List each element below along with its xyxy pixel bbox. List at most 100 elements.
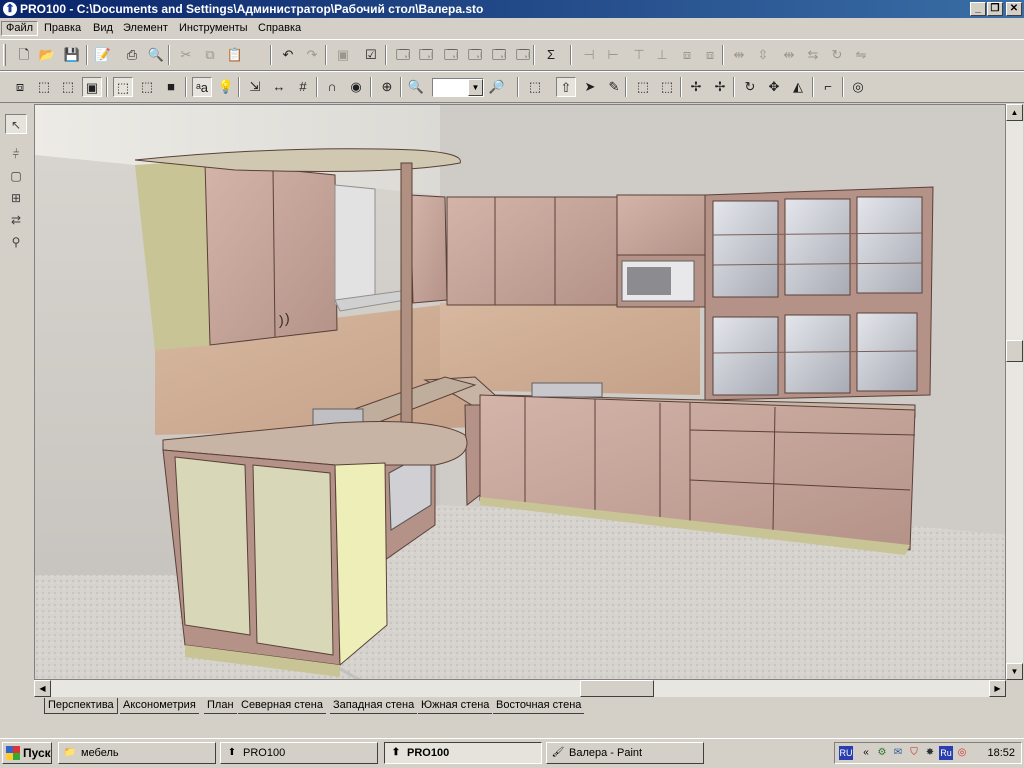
pointer-icon[interactable]: ➤ — [580, 77, 600, 97]
view-edit-icon[interactable]: 🗔 — [441, 45, 461, 65]
save-disk-icon[interactable]: 💾 — [62, 45, 82, 65]
vertical-scrollbar[interactable]: ▲ ▼ — [1006, 104, 1023, 680]
taskbar-item-3[interactable]: ⬆ PRO100 — [384, 742, 542, 764]
cut-element-icon[interactable]: ⫩ — [5, 144, 27, 164]
horizontal-scroll-thumb[interactable] — [580, 680, 654, 697]
opera-tray-icon[interactable]: ◎ — [955, 746, 969, 760]
align-back-icon[interactable]: ⧈ — [700, 45, 720, 65]
light-bulb-icon[interactable]: 💡 — [216, 77, 236, 97]
tab-4[interactable]: Северная стена — [238, 698, 326, 714]
box-tool-icon[interactable]: ▢ — [5, 166, 27, 186]
move-icon[interactable]: ✥ — [764, 77, 784, 97]
view-box-icon[interactable]: ⧈ — [10, 77, 30, 97]
paste-icon[interactable]: 📋 — [225, 45, 245, 65]
view-shaded-icon[interactable]: ⬚ — [58, 77, 78, 97]
menu-4[interactable]: Элемент — [119, 21, 172, 36]
move-up-icon[interactable]: ⇧ — [556, 77, 576, 97]
select-arrow-icon[interactable]: ↖ — [5, 114, 27, 134]
view-window-icon[interactable]: 🗔 — [393, 45, 413, 65]
select-all-icon[interactable]: ⬚ — [525, 77, 545, 97]
align-right-icon[interactable]: ⊢ — [603, 45, 623, 65]
magnet-icon[interactable]: ∩ — [322, 77, 342, 97]
network-tray-icon[interactable]: ⚙ — [875, 746, 889, 760]
distribute-d-icon[interactable]: ⇹ — [779, 45, 799, 65]
vertical-scroll-thumb[interactable] — [1006, 340, 1023, 362]
view-color-icon[interactable]: 🗔 — [513, 45, 533, 65]
close-button[interactable]: ✕ — [1006, 2, 1022, 16]
tab-1[interactable]: Перспектива — [44, 698, 118, 714]
toolbar-grip[interactable] — [3, 44, 6, 66]
rotate-tool-icon[interactable]: ↻ — [827, 45, 847, 65]
zoom-out-icon[interactable]: 🔎 — [487, 77, 507, 97]
grid-icon[interactable]: # — [293, 77, 313, 97]
scroll-right-icon[interactable]: ▶ — [989, 680, 1006, 697]
sum-icon[interactable]: Σ — [541, 45, 561, 65]
menu-5[interactable]: Инструменты — [175, 21, 252, 36]
mirror-tool-icon[interactable]: ⇋ — [851, 45, 871, 65]
cut-icon[interactable]: ✂ — [176, 45, 196, 65]
horizontal-scrollbar[interactable]: ◀ ▶ — [34, 680, 1006, 697]
view-wire-icon[interactable]: ⬚ — [34, 77, 54, 97]
measure-icon[interactable]: ↔ — [269, 77, 289, 97]
group-icon[interactable]: ▣ — [333, 45, 353, 65]
taskbar-item-1[interactable]: 📁 мебель — [58, 742, 216, 764]
print-icon[interactable]: ⎙ — [122, 45, 142, 65]
frame-icon[interactable]: ⬚ — [633, 77, 653, 97]
security-tray-icon[interactable]: ✉ — [891, 746, 905, 760]
pin2-icon[interactable]: ✢ — [710, 77, 730, 97]
zoom-combo[interactable]: ▼ — [432, 78, 484, 97]
align-tool-icon[interactable]: ⇄ — [5, 210, 27, 230]
minimize-button[interactable]: _ — [970, 2, 986, 16]
mode-cube2-icon[interactable]: ⬚ — [137, 77, 157, 97]
align-top-icon[interactable]: ⊤ — [629, 45, 649, 65]
clock[interactable]: 18:52 — [987, 743, 1015, 763]
rotate-icon[interactable]: ↻ — [740, 77, 760, 97]
view-dimensions-icon[interactable]: 🗔 — [465, 45, 485, 65]
space-h-icon[interactable]: ⇆ — [803, 45, 823, 65]
pencil-icon[interactable]: ✎ — [604, 77, 624, 97]
magnify-tool-icon[interactable]: ⚲ — [5, 232, 27, 252]
scroll-left-icon[interactable]: ◀ — [34, 680, 51, 697]
tab-6[interactable]: Южная стена — [418, 698, 493, 714]
align-bottom-icon[interactable]: ⊥ — [652, 45, 672, 65]
corner-icon[interactable]: ⌐ — [818, 77, 838, 97]
snap-icon[interactable]: ⇲ — [245, 77, 265, 97]
properties-edit-icon[interactable]: 📝 — [93, 45, 113, 65]
view-light-icon[interactable]: 🗔 — [489, 45, 509, 65]
view-textured-icon[interactable]: ▣ — [82, 77, 102, 97]
chevron-down-icon[interactable]: ▼ — [468, 79, 483, 96]
mode-cube3-icon[interactable]: ■ — [161, 77, 181, 97]
undo-icon[interactable]: ↶ — [278, 45, 298, 65]
mode-cube1-icon[interactable]: ⬚ — [113, 77, 133, 97]
mirror-icon[interactable]: ◭ — [788, 77, 808, 97]
shield-tray-icon[interactable]: ⛉ — [907, 746, 921, 760]
target-icon[interactable]: ◎ — [848, 77, 868, 97]
pin-icon[interactable]: ✢ — [686, 77, 706, 97]
view-zoom-icon[interactable]: 🗔 — [416, 45, 436, 65]
menu-1[interactable]: Файл — [1, 21, 39, 36]
align-left-icon[interactable]: ⊣ — [579, 45, 599, 65]
tab-3[interactable]: План — [204, 698, 237, 714]
zoom-in-icon[interactable]: 🔍 — [406, 77, 426, 97]
start-button[interactable]: Пуск — [2, 742, 52, 764]
3d-viewport[interactable]: ) ) — [34, 104, 1006, 680]
copy-icon[interactable]: ⧉ — [200, 45, 220, 65]
taskbar-item-4[interactable]: 🖌 Валера - Paint — [546, 742, 704, 764]
menu-2[interactable]: Правка — [40, 21, 85, 36]
target-color-icon[interactable]: ◉ — [346, 77, 366, 97]
distribute-v-icon[interactable]: ⇳ — [753, 45, 773, 65]
taskbar-item-2[interactable]: ⬆ PRO100 — [220, 742, 378, 764]
tab-5[interactable]: Западная стена — [330, 698, 418, 714]
scroll-down-icon[interactable]: ▼ — [1006, 663, 1023, 680]
language-indicator[interactable]: RU — [839, 746, 853, 760]
tray-expand-icon[interactable]: « — [859, 746, 873, 760]
position-tool-icon[interactable]: ⊞ — [5, 188, 27, 208]
new-file-icon[interactable]: 🗋 — [14, 45, 34, 65]
redo-icon[interactable]: ↷ — [302, 45, 322, 65]
menu-6[interactable]: Справка — [254, 21, 305, 36]
print-preview-icon[interactable]: 🔍 — [146, 45, 166, 65]
language-ru-tray-icon[interactable]: Ru — [939, 746, 953, 760]
tab-7[interactable]: Восточная стена — [493, 698, 585, 714]
open-folder-icon[interactable]: 📂 — [37, 45, 57, 65]
align-front-icon[interactable]: ⧈ — [677, 45, 697, 65]
